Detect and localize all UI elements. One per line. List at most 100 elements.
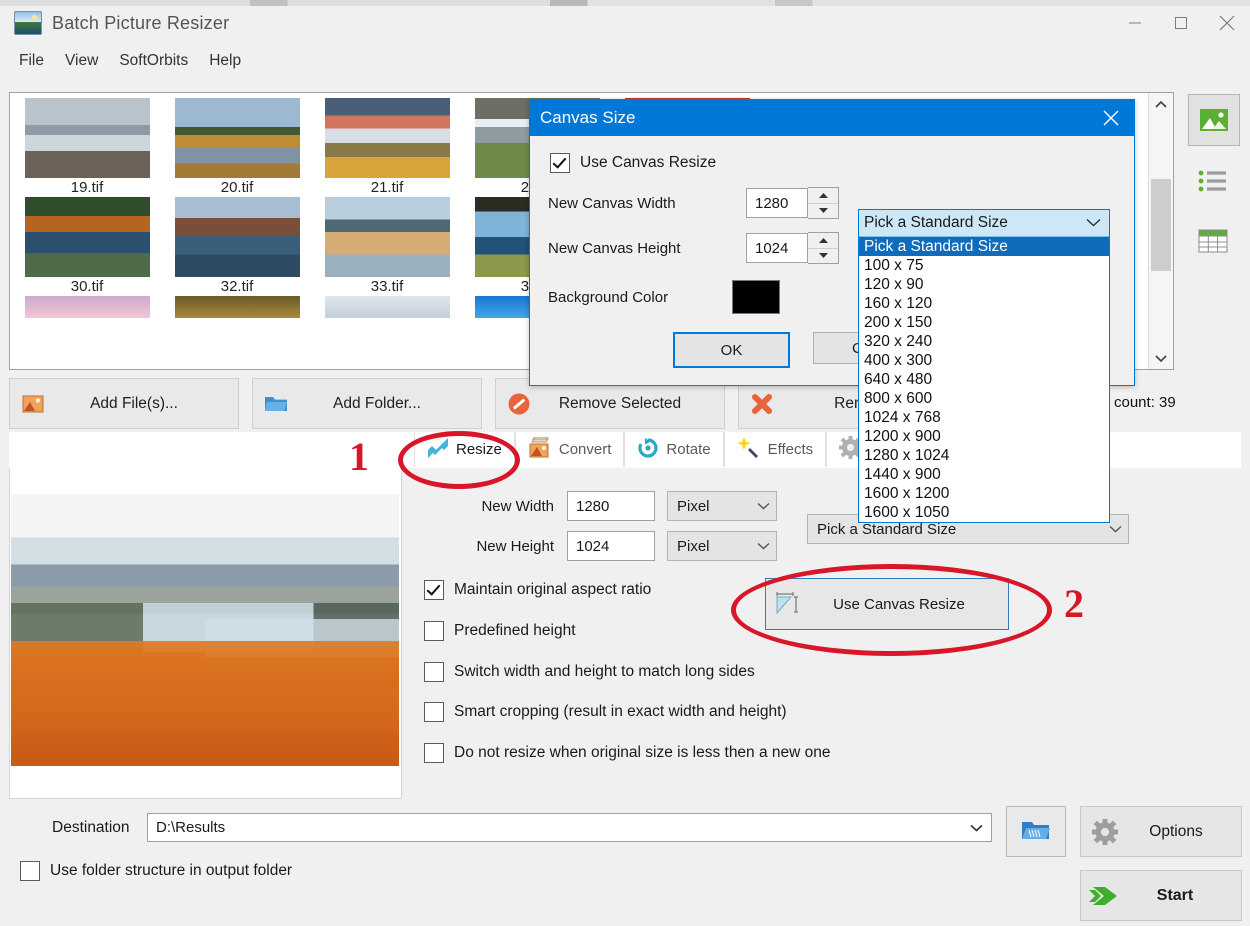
thumbnail-view-icon[interactable] (1188, 94, 1240, 146)
dropdown-option[interactable]: Pick a Standard Size (859, 237, 1109, 256)
dropdown-option[interactable]: 100 x 75 (859, 256, 1109, 275)
chevron-down-icon (1102, 525, 1128, 533)
checkbox-predefined-height[interactable]: Predefined height (424, 621, 576, 641)
checkbox-label: Predefined height (454, 622, 576, 639)
new-width-unit-combo[interactable]: Pixel (667, 491, 777, 521)
thumbnail-item[interactable]: 5.tif (13, 93, 161, 178)
checkbox-box[interactable] (20, 861, 40, 881)
checkbox-box[interactable] (424, 743, 444, 763)
checkbox-box[interactable] (424, 662, 444, 682)
dropdown-option[interactable]: 160 x 120 (859, 294, 1109, 313)
add-image-icon (10, 395, 56, 413)
image-preview-panel[interactable] (9, 468, 402, 799)
spinner-up-icon[interactable] (808, 233, 838, 249)
browse-destination-button[interactable] (1006, 806, 1066, 857)
checkbox-box[interactable] (424, 621, 444, 641)
new-height-input[interactable]: 1024 (567, 531, 655, 561)
scrollbar-thumb[interactable] (1151, 179, 1171, 271)
app-logo-icon (14, 11, 42, 35)
canvas-height-spinner[interactable] (808, 232, 839, 264)
annotation-ellipse-2 (731, 564, 1052, 656)
dialog-checkbox-use-canvas-resize[interactable]: Use Canvas Resize (550, 153, 716, 173)
menu-item-view[interactable]: View (56, 49, 107, 73)
canvas-width-input[interactable]: 1280 (746, 188, 808, 218)
dropdown-option[interactable]: 120 x 90 (859, 275, 1109, 294)
dropdown-option[interactable]: 320 x 240 (859, 332, 1109, 351)
tab-convert[interactable]: Convert (514, 432, 625, 467)
start-button[interactable]: Start (1080, 870, 1242, 921)
chevron-down-icon[interactable] (970, 819, 983, 836)
checkbox-maintain-aspect-ratio[interactable]: Maintain original aspect ratio (424, 580, 651, 600)
thumbnail-item[interactable]: 33.tif (313, 277, 461, 318)
checkbox-box[interactable] (424, 580, 444, 600)
checkbox-do-not-resize[interactable]: Do not resize when original size is less… (424, 743, 831, 763)
new-width-input[interactable]: 1280 (567, 491, 655, 521)
dropdown-option[interactable]: 1600 x 1200 (859, 484, 1109, 503)
options-button[interactable]: Options (1080, 806, 1242, 857)
checkbox-switch-width-height[interactable]: Switch width and height to match long si… (424, 662, 755, 682)
new-width-label: New Width (481, 497, 554, 515)
add-files-label: Add File(s)... (90, 394, 178, 412)
canvas-width-spinner[interactable] (808, 187, 839, 219)
dropdown-option[interactable]: 400 x 300 (859, 351, 1109, 370)
background-color-swatch[interactable] (732, 280, 780, 314)
checkbox-smart-cropping[interactable]: Smart cropping (result in exact width an… (424, 702, 787, 722)
menu-item-file[interactable]: File (10, 49, 53, 73)
standard-size-dropdown[interactable]: Pick a Standard Size Pick a Standard Siz… (858, 209, 1110, 523)
dialog-canvas-width-row: New Canvas Width 1280 (548, 187, 839, 219)
thumbnail-image (174, 296, 300, 318)
magic-wand-icon (736, 436, 761, 464)
annotation-ellipse-1 (398, 431, 520, 489)
destination-label: Destination (52, 819, 130, 836)
details-view-icon[interactable] (1188, 216, 1238, 266)
open-folder-icon (1021, 818, 1051, 846)
thumbnail-item[interactable]: 32.tif (163, 277, 311, 318)
thumbnail-scrollbar[interactable] (1148, 93, 1173, 369)
minimize-button[interactable] (1112, 0, 1158, 46)
add-folder-button[interactable]: Add Folder... (252, 378, 482, 429)
dropdown-option[interactable]: 1024 x 768 (859, 408, 1109, 427)
tab-rotate[interactable]: Rotate (624, 432, 724, 467)
thumbnail-item[interactable]: 30.tif (13, 277, 161, 318)
menu-item-softorbits[interactable]: SoftOrbits (110, 49, 197, 73)
new-height-unit-value: Pixel (677, 537, 710, 555)
spinner-up-icon[interactable] (808, 188, 838, 204)
maximize-button[interactable] (1158, 0, 1204, 46)
dialog-close-icon[interactable] (1088, 100, 1134, 136)
scroll-down-button[interactable] (1149, 347, 1173, 369)
convert-image-icon (528, 436, 552, 463)
thumbnail-item[interactable]: 6.tif (163, 93, 311, 178)
tab-effects[interactable]: Effects (723, 432, 827, 467)
spinner-down-icon[interactable] (808, 249, 838, 264)
thumbnail-item[interactable]: 21.tif (313, 178, 461, 277)
dropdown-option[interactable]: 640 x 480 (859, 370, 1109, 389)
add-files-button[interactable]: Add File(s)... (9, 378, 239, 429)
thumbnail-item[interactable]: 20.tif (163, 178, 311, 277)
dialog-ok-button[interactable]: OK (673, 332, 790, 368)
dropdown-option[interactable]: 1200 x 900 (859, 427, 1109, 446)
checkbox-label: Do not resize when original size is less… (454, 744, 831, 761)
menu-item-help[interactable]: Help (200, 49, 250, 73)
close-button[interactable] (1204, 0, 1250, 46)
scroll-up-button[interactable] (1149, 93, 1173, 115)
new-height-label: New Height (476, 537, 554, 555)
dropdown-option[interactable]: 800 x 600 (859, 389, 1109, 408)
dropdown-option-list[interactable]: Pick a Standard Size 100 x 75 120 x 90 1… (859, 237, 1109, 522)
dropdown-option[interactable]: 200 x 150 (859, 313, 1109, 332)
destination-input[interactable]: D:\Results (147, 813, 992, 842)
checkbox-box[interactable] (424, 702, 444, 722)
checkbox-box[interactable] (550, 153, 570, 173)
thumbnail-item[interactable]: 19.tif (13, 178, 161, 277)
spinner-down-icon[interactable] (808, 204, 838, 219)
new-height-unit-combo[interactable]: Pixel (667, 531, 777, 561)
canvas-height-input[interactable]: 1024 (746, 233, 808, 263)
dropdown-header[interactable]: Pick a Standard Size (859, 210, 1109, 237)
checkbox-label: Use Canvas Resize (580, 154, 717, 171)
checkbox-use-folder-structure[interactable]: Use folder structure in output folder (20, 861, 292, 881)
list-view-icon[interactable] (1188, 156, 1238, 206)
dropdown-option[interactable]: 1600 x 1050 (859, 503, 1109, 522)
thumbnail-item[interactable]: 7.tif (313, 93, 461, 178)
dropdown-option[interactable]: 1280 x 1024 (859, 446, 1109, 465)
chevron-down-icon[interactable] (1086, 214, 1101, 232)
dropdown-option[interactable]: 1440 x 900 (859, 465, 1109, 484)
